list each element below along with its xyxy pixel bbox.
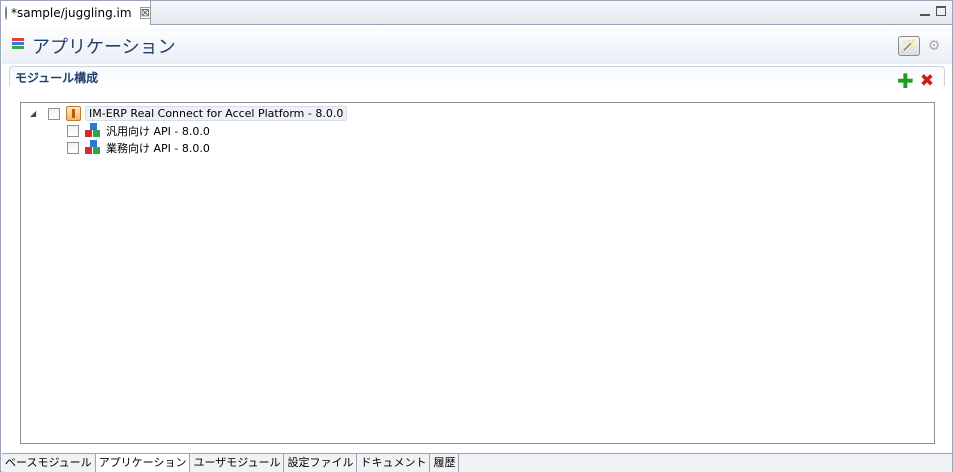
settings-gear-icon[interactable]: ⚙: [926, 38, 942, 54]
tree-child-label: 業務向け API - 8.0.0: [106, 141, 210, 155]
tree-child-checkbox[interactable]: [67, 124, 79, 137]
tab-config-file[interactable]: 設定ファイル: [284, 454, 358, 472]
tree-root-label: IM-ERP Real Connect for Accel Platform -…: [85, 106, 348, 121]
form-header: アプリケーション 🪄 ⚙: [2, 26, 952, 64]
section-title: モジュール構成: [15, 71, 99, 85]
tab-history[interactable]: 履歴: [430, 454, 460, 472]
editor-tab-juggling[interactable]: *sample/juggling.im ⊠: [1, 1, 151, 25]
module-blocks-icon: [85, 140, 101, 155]
tab-document[interactable]: ドキュメント: [357, 454, 431, 472]
maximize-icon[interactable]: [936, 6, 946, 16]
tree-row-root[interactable]: ◢ IM-ERP Real Connect for Accel Platform…: [30, 105, 348, 122]
tree-row-child[interactable]: 業務向け API - 8.0.0: [67, 139, 210, 156]
expand-triangle-icon[interactable]: ◢: [30, 109, 40, 118]
wizard-button[interactable]: 🪄: [898, 36, 920, 56]
page-title: アプリケーション: [32, 37, 176, 58]
module-tree[interactable]: ◢ IM-ERP Real Connect for Accel Platform…: [20, 102, 935, 444]
tree-row-child[interactable]: 汎用向け API - 8.0.0: [67, 122, 210, 139]
gear-file-icon: [5, 6, 7, 20]
bottom-tab-bar: ベースモジュール アプリケーション ユーザモジュール 設定ファイル ドキュメント…: [2, 453, 952, 472]
package-icon: [66, 106, 81, 121]
editor-frame: *sample/juggling.im ⊠ アプリケーション 🪄 ⚙ モジュール…: [0, 0, 953, 472]
close-icon[interactable]: ⊠: [139, 7, 151, 19]
remove-module-button[interactable]: ✖: [919, 71, 935, 91]
delete-x-icon: ✖: [919, 71, 935, 91]
tab-user-module[interactable]: ユーザモジュール: [190, 454, 285, 472]
tree-child-checkbox[interactable]: [67, 141, 79, 154]
tab-application[interactable]: アプリケーション: [95, 454, 191, 472]
magic-wand-icon: 🪄: [900, 38, 918, 54]
module-blocks-icon: [85, 123, 101, 138]
plus-icon: ✚: [897, 69, 914, 93]
minimize-icon[interactable]: [920, 6, 930, 16]
module-section-header: モジュール構成: [9, 66, 945, 86]
tab-base-module[interactable]: ベースモジュール: [2, 454, 96, 472]
tree-child-label: 汎用向け API - 8.0.0: [106, 124, 210, 138]
tree-root-checkbox[interactable]: [48, 107, 60, 120]
editor-tab-strip: *sample/juggling.im ⊠: [1, 1, 952, 25]
editor-tab-title: *sample/juggling.im: [11, 6, 132, 20]
stacked-layers-icon: [12, 38, 24, 52]
add-module-button[interactable]: ✚: [897, 71, 914, 91]
